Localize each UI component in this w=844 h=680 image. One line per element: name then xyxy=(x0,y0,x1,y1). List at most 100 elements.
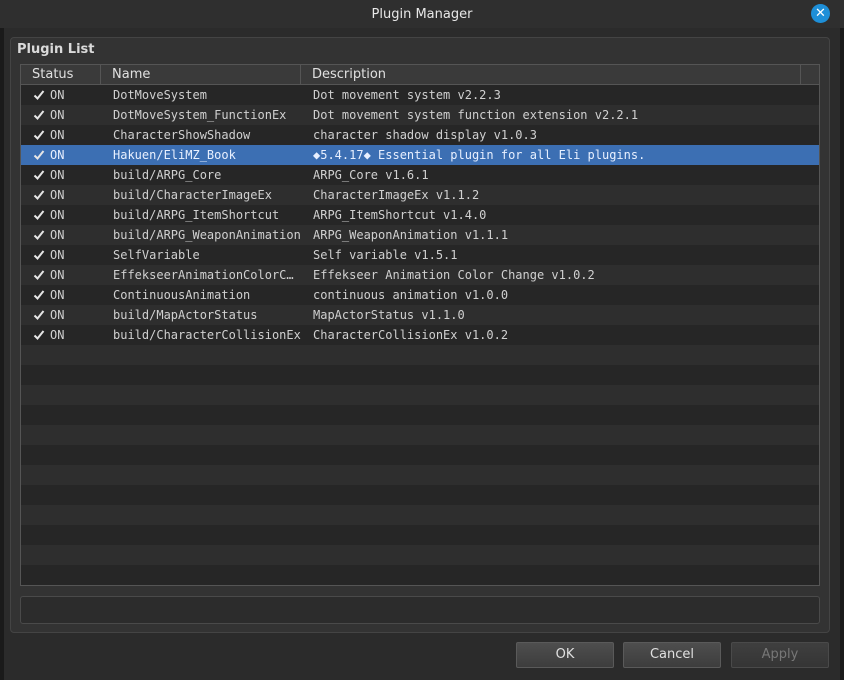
empty-row xyxy=(21,465,819,485)
checkbox-checked-icon[interactable] xyxy=(33,209,45,221)
plugin-list-panel: Plugin List Status Name Description ON Do… xyxy=(10,37,830,633)
column-header-description[interactable]: Description xyxy=(301,65,801,84)
table-row[interactable]: ON SelfVariable Self variable v1.5.1 xyxy=(21,245,819,265)
title-bar: Plugin Manager ✕ xyxy=(0,0,844,28)
empty-row xyxy=(21,505,819,525)
plugin-description: Dot movement system v2.2.3 xyxy=(313,88,501,102)
empty-row xyxy=(21,385,819,405)
plugin-description: CharacterImageEx v1.1.2 xyxy=(313,188,480,202)
plugin-name: DotMoveSystem_FunctionEx xyxy=(113,108,287,122)
checkbox-checked-icon[interactable] xyxy=(33,309,45,321)
plugin-name: build/CharacterImageEx xyxy=(113,188,272,202)
table-row[interactable]: ON build/ARPG_WeaponAnimation ARPG_WeaponA… xyxy=(21,225,819,245)
checkbox-checked-icon[interactable] xyxy=(33,129,45,141)
table-row[interactable]: ON ContinuousAnimation continuous animatio… xyxy=(21,285,819,305)
table-row[interactable]: ON build/MapActorStatus MapActorStatus v1.… xyxy=(21,305,819,325)
table-row[interactable]: ON build/CharacterCollisionEx CharacterCol… xyxy=(21,325,819,345)
ok-button[interactable]: OK xyxy=(516,642,614,668)
status-cell[interactable]: ON xyxy=(21,268,101,282)
close-icon[interactable]: ✕ xyxy=(811,4,830,23)
plugin-list[interactable]: Status Name Description ON DotMoveSystem D… xyxy=(20,64,820,586)
status-cell[interactable]: ON xyxy=(21,148,101,162)
checkbox-checked-icon[interactable] xyxy=(33,249,45,261)
empty-row xyxy=(21,565,819,585)
plugin-description: ARPG_ItemShortcut v1.4.0 xyxy=(313,208,487,222)
plugin-description: MapActorStatus v1.1.0 xyxy=(313,308,465,322)
status-label: ON xyxy=(50,88,65,102)
column-header-name[interactable]: Name xyxy=(101,65,301,84)
empty-row xyxy=(21,365,819,385)
empty-row xyxy=(21,525,819,545)
status-cell[interactable]: ON xyxy=(21,328,101,342)
plugin-name: DotMoveSystem xyxy=(113,88,207,102)
checkbox-checked-icon[interactable] xyxy=(33,229,45,241)
checkbox-checked-icon[interactable] xyxy=(33,289,45,301)
cancel-button[interactable]: Cancel xyxy=(623,642,721,668)
plugin-description: Effekseer Animation Color Change v1.0.2 xyxy=(313,268,595,282)
status-cell[interactable]: ON xyxy=(21,188,101,202)
status-label: ON xyxy=(50,248,65,262)
status-cell[interactable]: ON xyxy=(21,228,101,242)
status-cell[interactable]: ON xyxy=(21,288,101,302)
empty-row xyxy=(21,345,819,365)
plugin-name: build/ARPG_Core xyxy=(113,168,222,182)
checkbox-checked-icon[interactable] xyxy=(33,189,45,201)
status-label: ON xyxy=(50,228,65,242)
table-row[interactable]: ON Hakuen/EliMZ_Book ◆5.4.17◆ Essential pl… xyxy=(21,145,819,165)
plugin-description: Self variable v1.5.1 xyxy=(313,248,458,262)
plugin-name: build/ARPG_WeaponAnimation xyxy=(113,228,301,242)
plugin-name: SelfVariable xyxy=(113,248,200,262)
plugin-name: CharacterShowShadow xyxy=(113,128,251,142)
table-row[interactable]: ON DotMoveSystem Dot movement system v2.2.… xyxy=(21,85,819,105)
checkbox-checked-icon[interactable] xyxy=(33,329,45,341)
checkbox-checked-icon[interactable] xyxy=(33,269,45,281)
checkbox-checked-icon[interactable] xyxy=(33,89,45,101)
plugin-name: build/CharacterCollisionEx xyxy=(113,328,301,342)
status-label: ON xyxy=(50,288,65,302)
status-cell[interactable]: ON xyxy=(21,208,101,222)
status-label: ON xyxy=(50,268,65,282)
status-cell[interactable]: ON xyxy=(21,108,101,122)
status-label: ON xyxy=(50,328,65,342)
plugin-description: continuous animation v1.0.0 xyxy=(313,288,509,302)
checkbox-checked-icon[interactable] xyxy=(33,149,45,161)
list-header: Status Name Description xyxy=(21,65,819,85)
table-row[interactable]: ON build/ARPG_Core ARPG_Core v1.6.1 xyxy=(21,165,819,185)
plugin-description: Dot movement system function extension v… xyxy=(313,108,639,122)
status-cell[interactable]: ON xyxy=(21,248,101,262)
status-cell[interactable]: ON xyxy=(21,168,101,182)
plugin-name: EffekseerAnimationColorC… xyxy=(113,268,294,282)
plugin-name: ContinuousAnimation xyxy=(113,288,251,302)
status-label: ON xyxy=(50,188,65,202)
table-row[interactable]: ON CharacterShowShadow character shadow di… xyxy=(21,125,819,145)
table-row[interactable]: ON EffekseerAnimationColorC… Effekseer Ani… xyxy=(21,265,819,285)
right-edge xyxy=(840,28,844,680)
plugin-description: character shadow display v1.0.3 xyxy=(313,128,537,142)
plugin-description: ARPG_Core v1.6.1 xyxy=(313,168,429,182)
checkbox-checked-icon[interactable] xyxy=(33,169,45,181)
checkbox-checked-icon[interactable] xyxy=(33,109,45,121)
status-label: ON xyxy=(50,148,65,162)
table-row[interactable]: ON DotMoveSystem_FunctionEx Dot movement s… xyxy=(21,105,819,125)
help-text-box xyxy=(20,596,820,624)
status-cell[interactable]: ON xyxy=(21,308,101,322)
plugin-name: build/ARPG_ItemShortcut xyxy=(113,208,280,222)
list-rows: ON DotMoveSystem Dot movement system v2.2.… xyxy=(21,85,819,585)
plugin-description: ARPG_WeaponAnimation v1.1.1 xyxy=(313,228,509,242)
table-row[interactable]: ON build/CharacterImageEx CharacterImageEx… xyxy=(21,185,819,205)
status-label: ON xyxy=(50,208,65,222)
status-label: ON xyxy=(50,168,65,182)
status-cell[interactable]: ON xyxy=(21,88,101,102)
empty-row xyxy=(21,485,819,505)
status-label: ON xyxy=(50,308,65,322)
table-row[interactable]: ON build/ARPG_ItemShortcut ARPG_ItemShortc… xyxy=(21,205,819,225)
status-cell[interactable]: ON xyxy=(21,128,101,142)
column-header-status[interactable]: Status xyxy=(21,65,101,84)
window-title: Plugin Manager xyxy=(371,6,473,22)
empty-row xyxy=(21,445,819,465)
empty-row xyxy=(21,545,819,565)
apply-button[interactable]: Apply xyxy=(731,642,829,668)
plugin-description: ◆5.4.17◆ Essential plugin for all Eli pl… xyxy=(313,148,646,162)
panel-title: Plugin List xyxy=(17,42,95,57)
column-header-filler xyxy=(801,65,819,84)
